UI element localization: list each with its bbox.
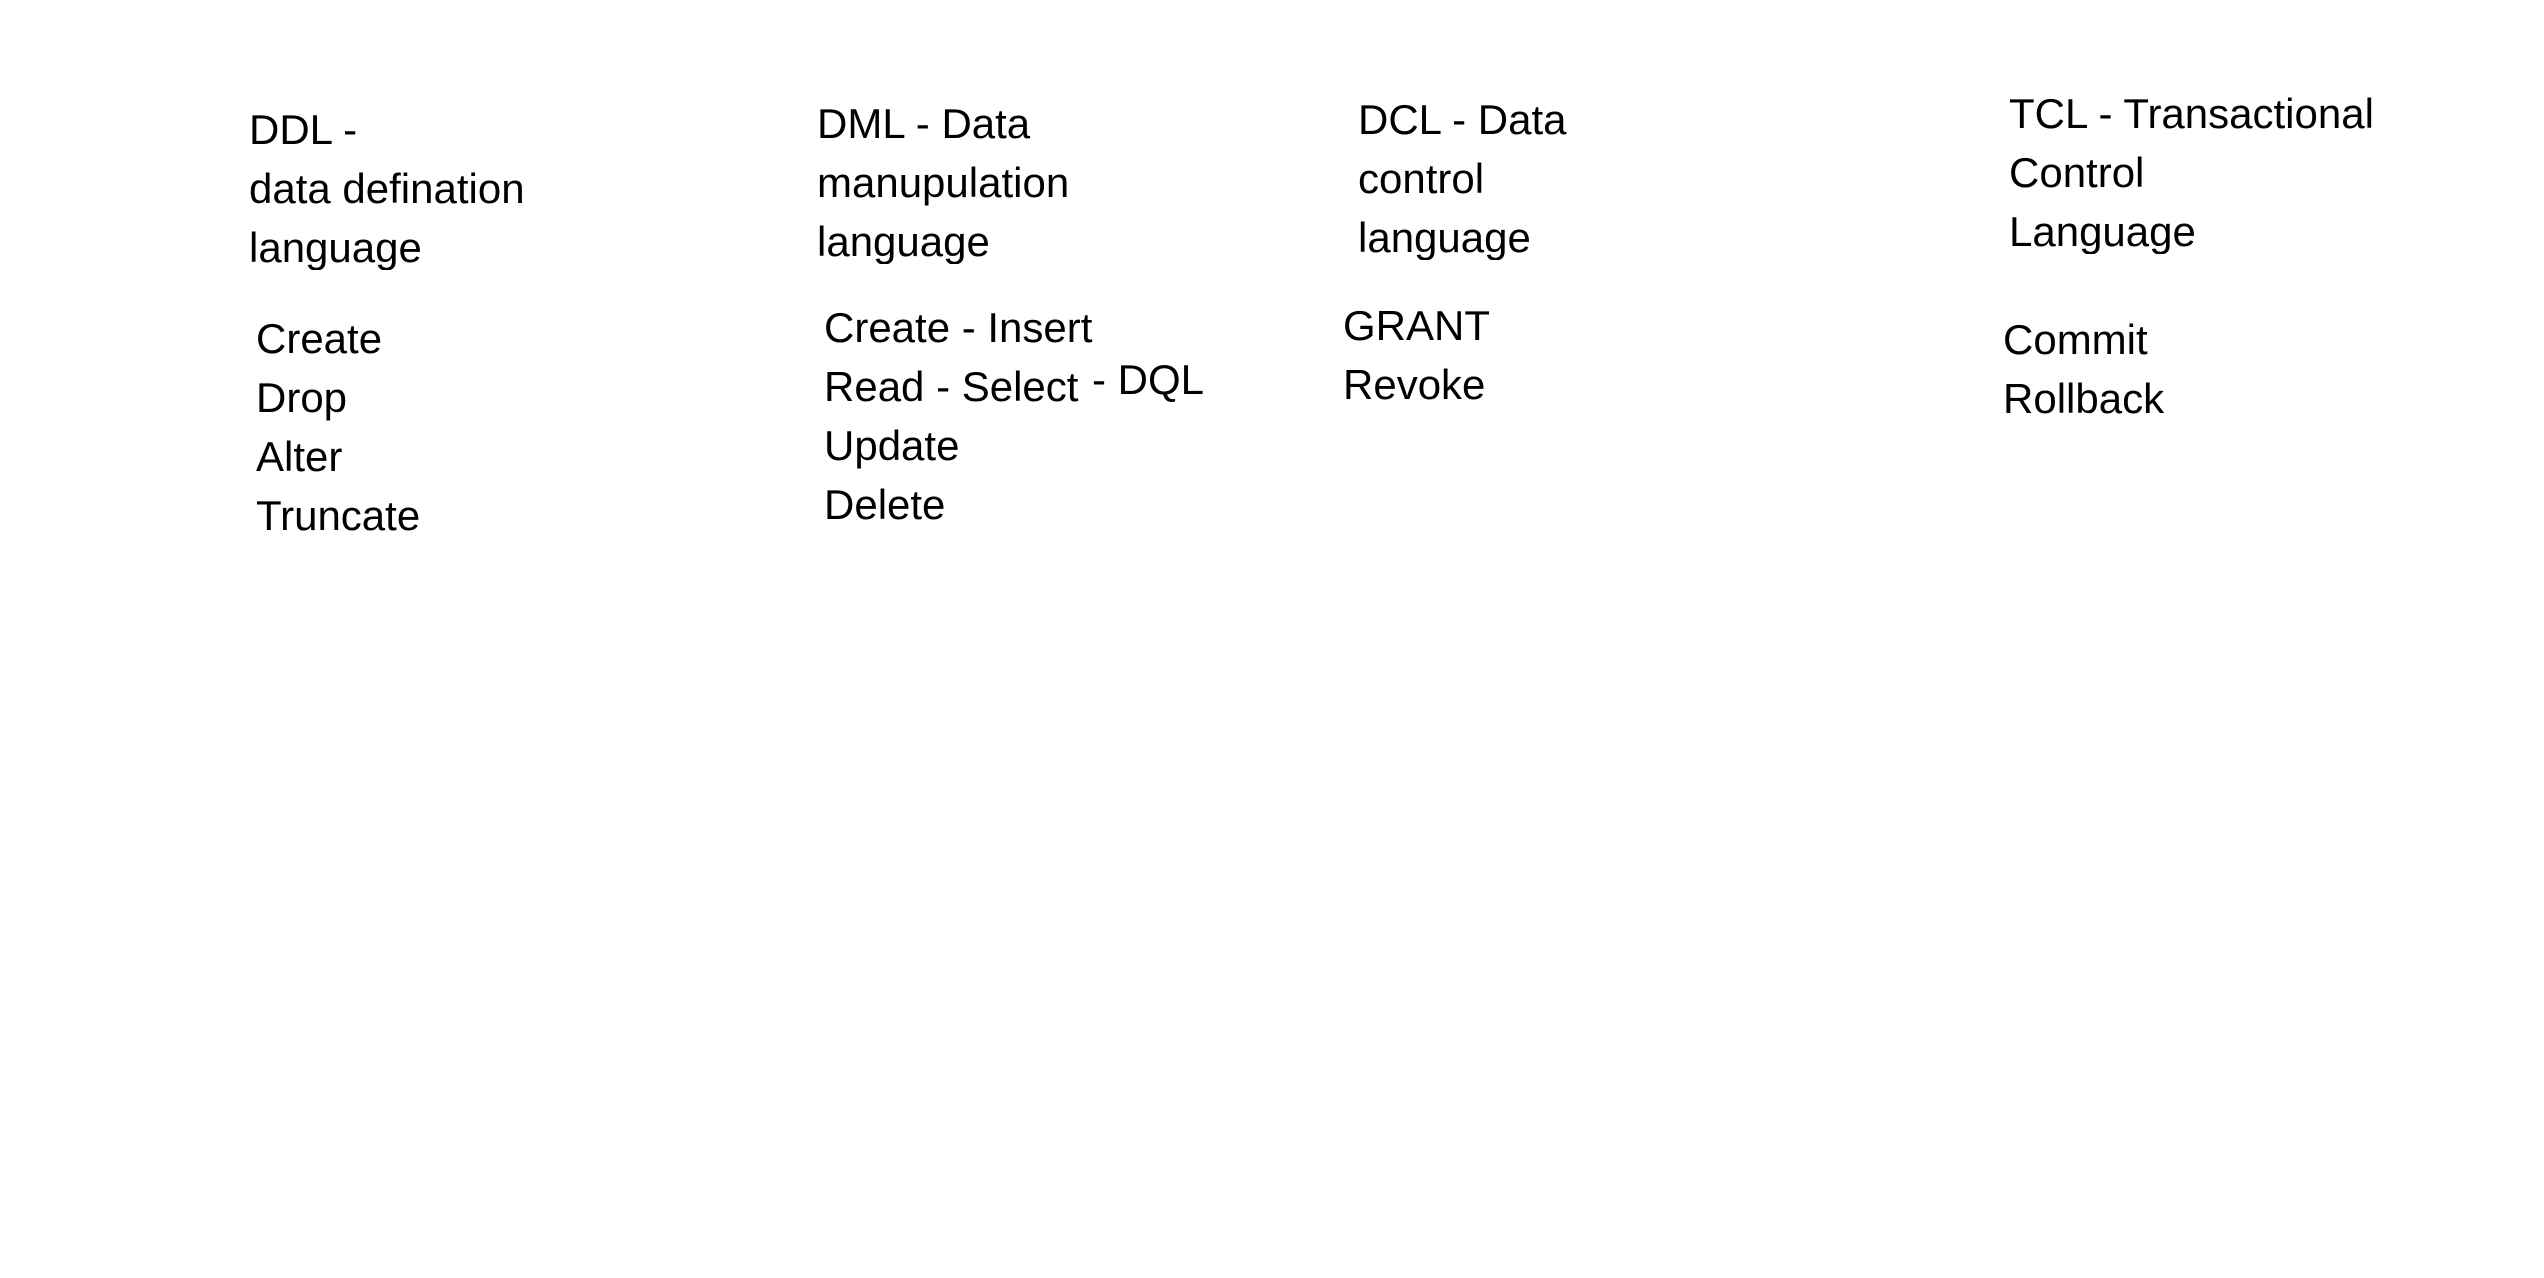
- ddl-command: Alter: [256, 433, 343, 480]
- tcl-command-list: Commit Rollback: [2003, 310, 2283, 440]
- ddl-command: Drop: [256, 374, 348, 421]
- dql-note: - DQL: [1092, 350, 1252, 412]
- ddl-command-list: Create Drop Alter Truncate: [256, 309, 576, 559]
- dcl-command: Revoke: [1343, 361, 1486, 408]
- ddl-heading: DDL - data defination language: [249, 100, 669, 270]
- ddl-command: Create: [256, 315, 383, 362]
- dml-command: Create - Insert: [824, 304, 1093, 351]
- dcl-heading-line: control: [1358, 155, 1485, 202]
- dcl-heading-line: language: [1358, 214, 1531, 260]
- tcl-command: Rollback: [2003, 375, 2165, 422]
- dml-command: Delete: [824, 481, 946, 528]
- ddl-heading-line: data defination: [249, 165, 525, 212]
- dql-note-text: - DQL: [1092, 356, 1205, 403]
- dml-command-list: Create - Insert Read - Select Update Del…: [824, 298, 1144, 548]
- tcl-heading: TCL - Transactional Control Language: [2009, 84, 2449, 254]
- tcl-heading-line: Language: [2009, 208, 2196, 254]
- dcl-heading-line: DCL - Data: [1358, 96, 1567, 143]
- ddl-heading-line: language: [249, 224, 422, 270]
- dml-command: Update: [824, 422, 960, 469]
- dml-heading-line: DML - Data: [817, 100, 1031, 147]
- dcl-command: GRANT: [1343, 302, 1490, 349]
- dml-heading-line: manupulation: [817, 159, 1070, 206]
- ddl-command: Truncate: [256, 492, 421, 539]
- tcl-heading-line: Control: [2009, 149, 2145, 196]
- dcl-command-list: GRANT Revoke: [1343, 296, 1603, 426]
- dml-heading-line: language: [817, 218, 990, 264]
- ddl-heading-line: DDL -: [249, 106, 358, 153]
- slide-canvas: DDL - data defination language Create Dr…: [0, 0, 2544, 1278]
- tcl-heading-line: TCL - Transactional: [2009, 90, 2374, 137]
- dml-heading: DML - Data manupulation language: [817, 94, 1137, 264]
- dcl-heading: DCL - Data control language: [1358, 90, 1658, 260]
- tcl-command: Commit: [2003, 316, 2148, 363]
